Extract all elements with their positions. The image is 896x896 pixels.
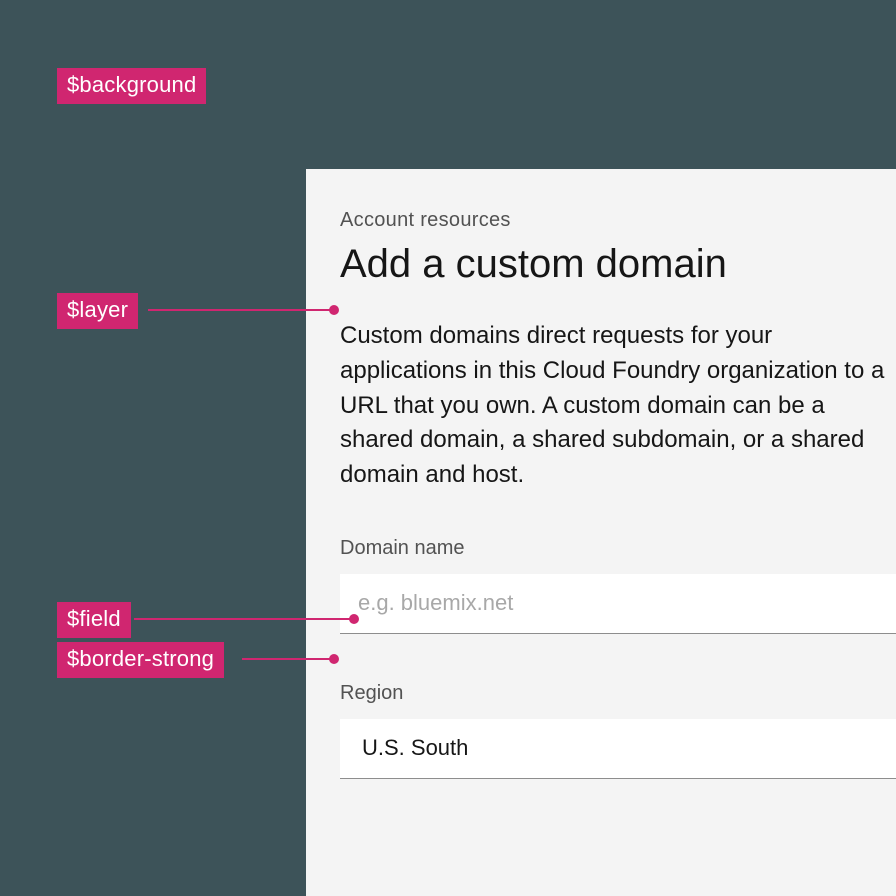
region-select[interactable]: U.S. South <box>340 719 896 779</box>
token-tag-label: $background <box>67 72 196 97</box>
token-tag-background: $background <box>57 68 206 104</box>
page-description: Custom domains direct requests for your … <box>340 319 896 493</box>
token-tag-label: $field <box>67 606 121 631</box>
token-tag-label: $layer <box>67 297 128 322</box>
domain-name-input[interactable] <box>340 574 896 634</box>
annotation-dot-icon <box>329 654 339 664</box>
region-select-value: U.S. South <box>362 735 468 761</box>
annotation-leader-line <box>242 658 334 660</box>
form-panel: Account resources Add a custom domain Cu… <box>306 169 896 896</box>
annotation-dot-icon <box>329 305 339 315</box>
token-tag-layer: $layer <box>57 293 138 329</box>
annotation-leader-line <box>134 618 354 620</box>
annotation-leader-line <box>148 309 334 311</box>
region-label: Region <box>340 682 896 705</box>
token-tag-border-strong: $border-strong <box>57 642 224 678</box>
token-tag-field: $field <box>57 602 131 638</box>
token-tag-label: $border-strong <box>67 646 214 671</box>
section-overline: Account resources <box>340 209 896 232</box>
domain-name-label: Domain name <box>340 537 896 560</box>
annotation-dot-icon <box>349 614 359 624</box>
page-title: Add a custom domain <box>340 242 896 287</box>
